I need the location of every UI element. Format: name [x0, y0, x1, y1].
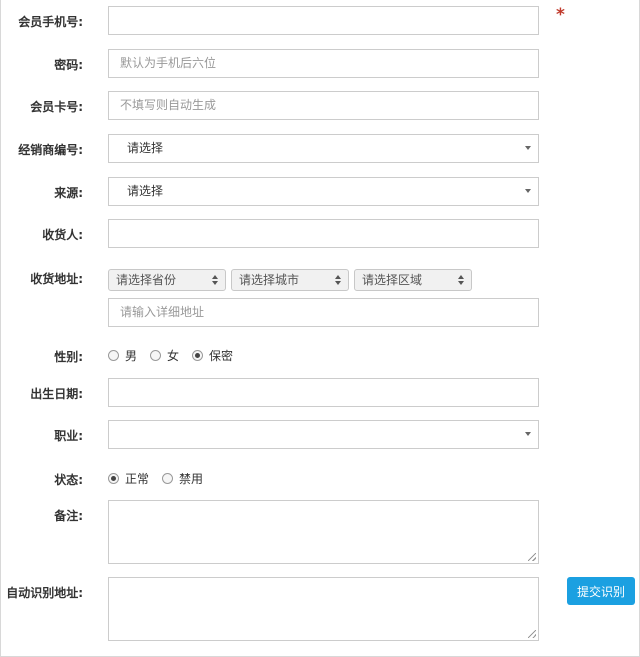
dealer-selected: 请选择 — [127, 141, 164, 155]
password-label: 密码: — [54, 58, 83, 72]
radio-checked-icon — [192, 350, 204, 361]
required-mark: * — [556, 5, 565, 25]
form-container: 会员手机号: * 密码: 默认为手机后六位 会员卡号: 不填写则自动生成 经销商… — [0, 0, 640, 657]
occupation-label: 职业: — [54, 429, 83, 443]
gender-option-label: 男 — [125, 349, 138, 363]
auto-address-label: 自动识别地址: — [6, 586, 83, 600]
birthday-input[interactable] — [108, 378, 539, 407]
city-select[interactable]: 请选择城市 — [231, 269, 349, 291]
status-radio-group: 正常 禁用 — [108, 470, 216, 487]
resize-grip-icon[interactable] — [528, 630, 536, 638]
occupation-select[interactable] — [108, 420, 539, 449]
status-option-disabled[interactable]: 禁用 — [162, 470, 203, 487]
radio-icon — [162, 473, 174, 484]
province-selected: 请选择省份 — [116, 273, 177, 287]
remark-textarea[interactable] — [108, 500, 539, 564]
chevron-down-icon — [525, 189, 531, 193]
gender-label: 性别: — [54, 350, 83, 364]
district-selected: 请选择区域 — [362, 273, 423, 287]
chevron-down-icon — [525, 432, 531, 436]
district-select[interactable]: 请选择区域 — [354, 269, 472, 291]
auto-address-textarea[interactable] — [108, 577, 539, 641]
updown-arrows-icon — [212, 275, 218, 285]
source-label: 来源: — [54, 186, 83, 200]
chevron-down-icon — [525, 146, 531, 150]
updown-arrows-icon — [335, 275, 341, 285]
city-selected: 请选择城市 — [239, 273, 300, 287]
receiver-input[interactable] — [108, 219, 539, 248]
radio-checked-icon — [108, 473, 119, 484]
radio-icon — [108, 350, 119, 361]
remark-label: 备注: — [54, 509, 83, 523]
phone-input[interactable] — [108, 6, 539, 35]
source-selected: 请选择 — [127, 184, 164, 198]
phone-label: 会员手机号: — [18, 15, 83, 29]
address-label: 收货地址: — [30, 272, 83, 286]
gender-option-male[interactable]: 男 — [108, 347, 137, 364]
receiver-label: 收货人: — [42, 228, 83, 242]
member-card-label: 会员卡号: — [30, 100, 83, 114]
status-option-normal[interactable]: 正常 — [108, 470, 149, 487]
gender-radio-group: 男 女 保密 — [108, 347, 246, 364]
address-detail-input[interactable]: 请输入详细地址 — [108, 298, 539, 327]
gender-option-label: 女 — [167, 349, 180, 363]
dealer-label: 经销商编号: — [18, 143, 83, 157]
resize-grip-icon[interactable] — [528, 553, 536, 561]
source-select[interactable]: 请选择 — [108, 177, 539, 206]
updown-arrows-icon — [458, 275, 464, 285]
gender-option-female[interactable]: 女 — [150, 347, 179, 364]
password-input[interactable]: 默认为手机后六位 — [108, 49, 539, 78]
submit-recognize-button[interactable]: 提交识别 — [567, 577, 635, 605]
dealer-select[interactable]: 请选择 — [108, 134, 539, 163]
gender-option-label: 保密 — [209, 349, 234, 363]
province-select[interactable]: 请选择省份 — [108, 269, 226, 291]
gender-option-secret[interactable]: 保密 — [192, 347, 233, 364]
member-card-input[interactable]: 不填写则自动生成 — [108, 91, 539, 120]
status-option-label: 正常 — [125, 472, 150, 486]
radio-icon — [150, 350, 162, 361]
status-label: 状态: — [54, 473, 83, 487]
status-option-label: 禁用 — [179, 472, 204, 486]
birthday-label: 出生日期: — [30, 387, 83, 401]
